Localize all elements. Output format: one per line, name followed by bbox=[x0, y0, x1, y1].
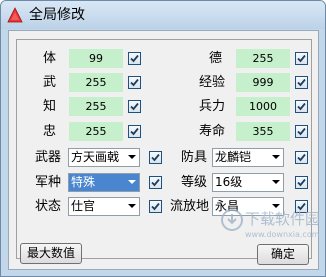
check-icon bbox=[297, 54, 306, 63]
troop-type-select[interactable]: 特殊 bbox=[68, 173, 140, 192]
troop-type-label: 军种 bbox=[35, 175, 62, 190]
watermark: 下载软件园 www.downxia.com bbox=[221, 209, 321, 249]
check-icon bbox=[130, 78, 139, 87]
check-icon bbox=[130, 127, 139, 136]
app-icon bbox=[7, 7, 23, 23]
status-label: 状态 bbox=[35, 199, 62, 214]
stat-label-jingyan: 经验 bbox=[199, 75, 226, 90]
weapon-label: 武器 bbox=[35, 150, 62, 165]
stat-value-shouming[interactable]: 355 bbox=[236, 122, 290, 141]
check-icon bbox=[151, 178, 160, 187]
chevron-down-icon bbox=[128, 180, 136, 184]
weapon-select[interactable]: 方天画戟 bbox=[68, 148, 140, 167]
global-edit-dialog: 全局修改 体 99 武 255 知 255 忠 255 德 255 经验 999… bbox=[0, 0, 326, 277]
stat-value-wu[interactable]: 255 bbox=[69, 73, 123, 92]
armor-select-value: 龙麟铠 bbox=[215, 150, 252, 164]
chevron-down-icon bbox=[128, 155, 136, 159]
stat-checkbox-wu[interactable] bbox=[128, 76, 141, 89]
check-icon bbox=[130, 54, 139, 63]
armor-select[interactable]: 龙麟铠 bbox=[212, 148, 284, 167]
armor-checkbox[interactable] bbox=[295, 151, 308, 164]
troop-type-select-value: 特殊 bbox=[71, 175, 96, 189]
level-checkbox[interactable] bbox=[295, 176, 308, 189]
check-icon bbox=[297, 102, 306, 111]
exile-label: 流放地 bbox=[170, 199, 210, 214]
stat-value-zhong[interactable]: 255 bbox=[69, 122, 123, 141]
chevron-down-icon bbox=[272, 155, 280, 159]
level-label: 等级 bbox=[181, 175, 208, 190]
stat-checkbox-jingyan[interactable] bbox=[295, 76, 308, 89]
stat-value-ti[interactable]: 99 bbox=[69, 49, 123, 68]
stat-checkbox-de[interactable] bbox=[295, 52, 308, 65]
stat-label-wu: 武 bbox=[43, 75, 57, 90]
stat-checkbox-ti[interactable] bbox=[128, 52, 141, 65]
check-icon bbox=[297, 153, 306, 162]
check-icon bbox=[297, 178, 306, 187]
level-select-value: 16级 bbox=[215, 175, 243, 189]
watermark-url: www.downxia.com bbox=[245, 230, 320, 239]
stat-value-zhi[interactable]: 255 bbox=[69, 97, 123, 116]
stat-label-de: 德 bbox=[209, 51, 223, 66]
stat-checkbox-zhong[interactable] bbox=[128, 125, 141, 138]
stat-value-jingyan[interactable]: 999 bbox=[236, 73, 290, 92]
status-select-value: 仕官 bbox=[71, 199, 96, 213]
stat-checkbox-bingli[interactable] bbox=[295, 100, 308, 113]
chevron-down-icon bbox=[272, 180, 280, 184]
watermark-title: 下载软件园 bbox=[245, 210, 321, 228]
weapon-select-value: 方天画戟 bbox=[71, 150, 120, 164]
check-icon bbox=[151, 202, 160, 211]
stat-label-zhong: 忠 bbox=[43, 124, 57, 139]
status-select[interactable]: 仕官 bbox=[68, 197, 140, 216]
stat-checkbox-zhi[interactable] bbox=[128, 100, 141, 113]
check-icon bbox=[151, 153, 160, 162]
check-icon bbox=[297, 78, 306, 87]
stat-value-bingli[interactable]: 1000 bbox=[236, 97, 290, 116]
troop-type-checkbox[interactable] bbox=[149, 176, 162, 189]
stat-value-de[interactable]: 255 bbox=[236, 49, 290, 68]
chevron-down-icon bbox=[128, 204, 136, 208]
weapon-checkbox[interactable] bbox=[149, 151, 162, 164]
level-select[interactable]: 16级 bbox=[212, 173, 284, 192]
stat-label-bingli: 兵力 bbox=[199, 99, 226, 114]
stat-label-zhi: 知 bbox=[43, 99, 57, 114]
armor-label: 防具 bbox=[181, 150, 208, 165]
window-title: 全局修改 bbox=[29, 7, 85, 23]
title-bar: 全局修改 bbox=[1, 1, 325, 29]
download-logo-icon bbox=[221, 209, 243, 231]
chevron-down-icon bbox=[272, 204, 280, 208]
max-values-button[interactable]: 最大数值 bbox=[20, 243, 82, 264]
check-icon bbox=[297, 127, 306, 136]
stat-checkbox-shouming[interactable] bbox=[295, 125, 308, 138]
check-icon bbox=[130, 102, 139, 111]
stat-label-ti: 体 bbox=[43, 51, 57, 66]
stat-label-shouming: 寿命 bbox=[199, 124, 226, 139]
status-checkbox[interactable] bbox=[149, 200, 162, 213]
